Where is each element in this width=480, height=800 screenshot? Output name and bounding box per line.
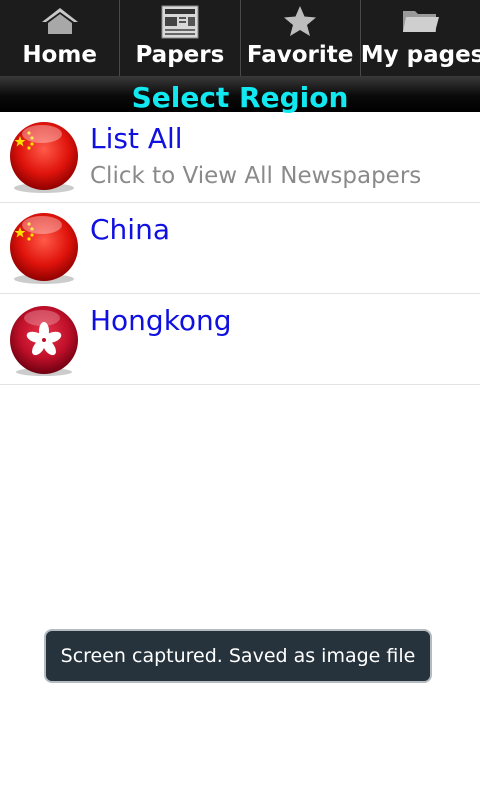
star-icon — [241, 4, 360, 38]
china-flag-icon — [6, 211, 82, 287]
home-icon — [0, 4, 119, 38]
tab-my-pages[interactable]: My pages — [361, 0, 480, 76]
tab-home-label: Home — [22, 42, 97, 68]
tab-papers-label: Papers — [135, 42, 225, 68]
region-title: List All — [90, 122, 183, 155]
toast-message: Screen captured. Saved as image file — [44, 629, 432, 683]
newspaper-icon — [120, 4, 239, 39]
tab-favorite-label: Favorite — [246, 42, 354, 68]
region-list: List All Click to View All Newspapers Ch… — [0, 112, 480, 385]
page-title: Select Region — [131, 81, 349, 114]
china-flag-icon — [6, 120, 82, 196]
list-item-hongkong[interactable]: Hongkong — [0, 294, 480, 385]
region-subtitle: Click to View All Newspapers — [90, 163, 422, 189]
tab-papers[interactable]: Papers — [120, 0, 241, 76]
title-bar: Select Region — [0, 76, 480, 114]
folder-icon — [361, 4, 480, 38]
list-item-china[interactable]: China — [0, 203, 480, 294]
tab-favorite[interactable]: Favorite — [241, 0, 361, 76]
tab-my-pages-label: My pages — [360, 42, 480, 68]
region-title: China — [90, 213, 170, 246]
hongkong-flag-icon — [6, 302, 82, 378]
tab-home[interactable]: Home — [0, 0, 121, 76]
region-title: Hongkong — [90, 304, 232, 337]
list-item-list-all[interactable]: List All Click to View All Newspapers — [0, 112, 480, 203]
top-tab-bar: Home Papers Favorite My pages — [0, 0, 480, 76]
